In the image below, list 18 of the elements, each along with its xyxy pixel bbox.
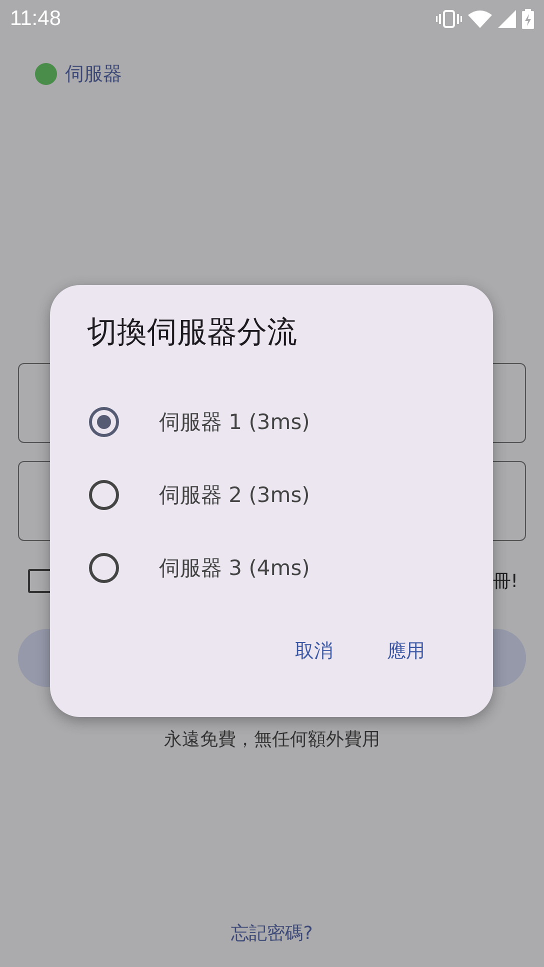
radio-button[interactable] — [89, 406, 119, 436]
radio-button[interactable] — [89, 480, 119, 510]
radio-button[interactable] — [89, 552, 119, 582]
wifi-icon — [468, 10, 492, 28]
forgot-password-link[interactable]: 忘記密碼? — [231, 921, 313, 945]
apply-button[interactable]: 應用 — [383, 632, 429, 670]
status-time: 11:48 — [10, 7, 61, 31]
checkbox-label: 冊! — [492, 570, 518, 593]
footer-note: 永遠免費，無任何額外費用 — [164, 728, 380, 751]
option-label[interactable]: 伺服器 2 (3ms) — [159, 480, 310, 508]
signal-icon — [498, 10, 516, 28]
dialog-title: 切換伺服器分流 — [87, 315, 298, 351]
cancel-button[interactable]: 取消 — [291, 632, 337, 670]
option-label[interactable]: 伺服器 1 (3ms) — [159, 408, 310, 436]
battery-icon — [522, 9, 534, 29]
server-label: 伺服器 — [65, 62, 122, 87]
vibrate-icon — [436, 10, 462, 28]
option-label[interactable]: 伺服器 3 (4ms) — [159, 554, 310, 582]
